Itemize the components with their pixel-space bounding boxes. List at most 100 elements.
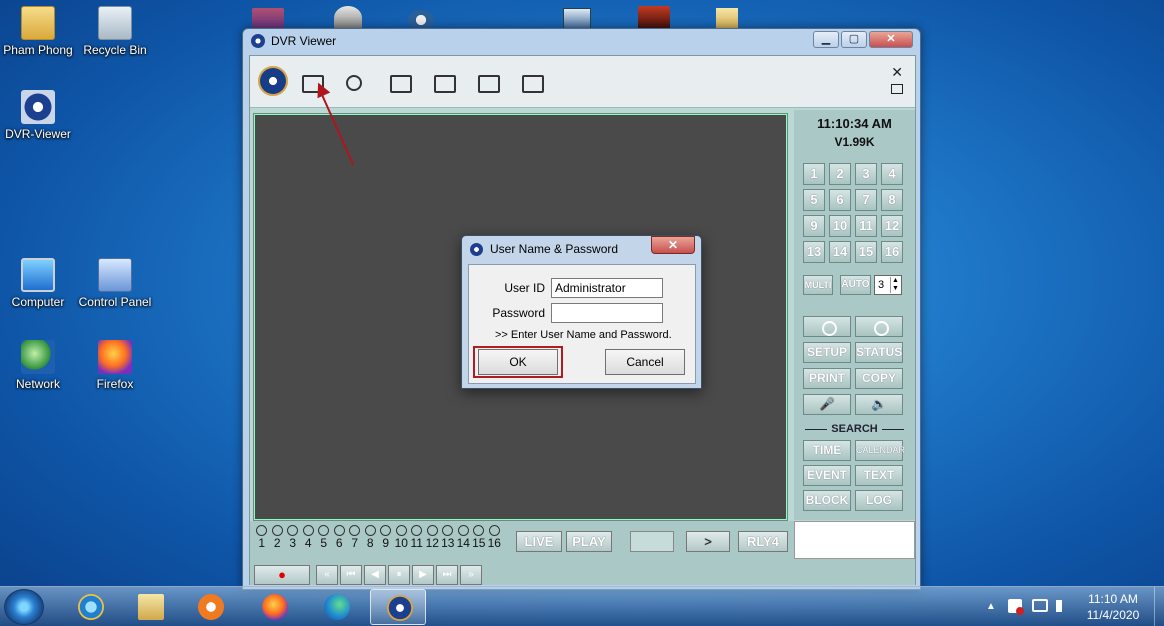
channel-indicator[interactable]: 12 xyxy=(425,525,441,550)
next-button[interactable]: > xyxy=(686,531,730,552)
check-icon[interactable] xyxy=(516,68,546,96)
channel-button[interactable]: 15 xyxy=(855,241,877,263)
search-calendar-button[interactable]: CALENDAR xyxy=(855,440,905,461)
volume-icon[interactable] xyxy=(1056,600,1068,612)
relay-button[interactable]: RLY4 xyxy=(738,531,788,552)
search-time-button[interactable]: TIME xyxy=(803,440,851,461)
ok-button[interactable]: OK xyxy=(478,349,558,375)
system-clock[interactable]: 11:10 AM 11/4/2020 xyxy=(1078,591,1148,623)
copy-button[interactable]: COPY xyxy=(855,368,903,389)
channel-button[interactable]: 5 xyxy=(803,189,825,211)
dvr-viewer-logo-icon[interactable] xyxy=(258,66,288,96)
taskbar-app[interactable] xyxy=(182,589,238,625)
channel-button[interactable]: 14 xyxy=(829,241,851,263)
desktop-icon-pham-phong[interactable]: Pham Phong xyxy=(0,6,78,57)
channel-button[interactable]: 10 xyxy=(829,215,851,237)
print-button[interactable]: PRINT xyxy=(803,368,851,389)
multi-button[interactable]: MULTI xyxy=(803,275,833,295)
forward-play-button[interactable]: ▶ xyxy=(412,565,434,585)
channel-indicator[interactable]: 4 xyxy=(301,525,317,550)
desktop-icon-recycle-bin[interactable]: Recycle Bin xyxy=(75,6,155,57)
channel-indicator[interactable]: 11 xyxy=(409,525,425,550)
channel-indicator[interactable]: 15 xyxy=(471,525,487,550)
tray-expand-icon[interactable]: ▲ xyxy=(986,601,996,612)
show-desktop-button[interactable] xyxy=(1154,587,1164,626)
channel-button[interactable]: 2 xyxy=(829,163,851,185)
channel-indicator[interactable]: 8 xyxy=(363,525,379,550)
channel-indicator[interactable]: 9 xyxy=(378,525,394,550)
taskbar-app[interactable] xyxy=(308,589,364,625)
channel-indicator[interactable]: 3 xyxy=(285,525,301,550)
desktop-icon-partial[interactable] xyxy=(716,8,738,30)
camera-button[interactable] xyxy=(855,316,903,337)
pause-button[interactable]: ⏸ xyxy=(388,565,410,585)
channel-indicator[interactable]: 10 xyxy=(394,525,410,550)
maximize-button[interactable]: ▢ xyxy=(841,31,867,48)
channel-button[interactable]: 8 xyxy=(881,189,903,211)
network-tray-icon[interactable] xyxy=(1032,599,1048,612)
taskbar-app[interactable] xyxy=(122,589,178,625)
channel-indicator[interactable]: 2 xyxy=(270,525,286,550)
action-center-icon[interactable] xyxy=(1008,599,1024,615)
desktop-icon-partial[interactable] xyxy=(563,8,591,30)
desktop-icon-partial[interactable] xyxy=(252,8,284,30)
channel-button[interactable]: 12 xyxy=(881,215,903,237)
reverse-play-button[interactable]: ◀ xyxy=(364,565,386,585)
window-close-button[interactable]: ✕ xyxy=(869,31,913,48)
speaker-button[interactable]: 🔈 xyxy=(855,394,903,415)
microphone-button[interactable]: 🎤 xyxy=(803,394,851,415)
fast-forward-button[interactable]: » xyxy=(460,565,482,585)
play-button[interactable]: PLAY xyxy=(566,531,612,552)
window-titlebar[interactable]: DVR Viewer ▁ ▢ ✕ xyxy=(243,29,920,53)
channel-indicator[interactable]: 16 xyxy=(487,525,503,550)
search-event-button[interactable]: EVENT xyxy=(803,465,851,486)
channel-indicator[interactable]: 1 xyxy=(254,525,270,550)
desktop-icon-dvr-viewer[interactable]: DVR-Viewer xyxy=(0,90,78,141)
live-button[interactable]: LIVE xyxy=(516,531,562,552)
channel-button[interactable]: 13 xyxy=(803,241,825,263)
channel-button[interactable]: 1 xyxy=(803,163,825,185)
password-input[interactable] xyxy=(551,303,663,323)
step-forward-button[interactable]: ⏭ xyxy=(436,565,458,585)
channel-indicator[interactable]: 14 xyxy=(456,525,472,550)
layout-icon[interactable] xyxy=(472,68,502,96)
channel-button[interactable]: 9 xyxy=(803,215,825,237)
desktop-icon-computer[interactable]: Computer xyxy=(0,258,78,309)
toolbar-close-icon[interactable]: ✕ xyxy=(891,64,903,81)
setup-button[interactable]: SETUP xyxy=(803,342,851,363)
cancel-button[interactable]: Cancel xyxy=(605,349,685,375)
channel-button[interactable]: 16 xyxy=(881,241,903,263)
desktop-icon-partial[interactable] xyxy=(638,6,670,30)
channel-indicator[interactable]: 13 xyxy=(440,525,456,550)
search-icon[interactable] xyxy=(340,68,370,96)
toolbar-restore-icon[interactable] xyxy=(891,84,903,94)
auto-button[interactable]: AUTO xyxy=(840,275,871,295)
search-text-button[interactable]: TEXT xyxy=(855,465,903,486)
search-block-button[interactable]: BLOCK xyxy=(803,490,851,511)
step-backward-button[interactable]: ⏮ xyxy=(340,565,362,585)
taskbar-app-active[interactable] xyxy=(370,589,426,625)
desktop-icon-partial[interactable] xyxy=(408,10,434,30)
minimize-button[interactable]: ▁ xyxy=(813,31,839,48)
auto-interval-stepper[interactable]: 3 ▲ ▼ xyxy=(874,275,902,295)
user-id-input[interactable]: Administrator xyxy=(551,278,663,298)
desktop-icon-control-panel[interactable]: Control Panel xyxy=(75,258,155,309)
channel-button[interactable]: 11 xyxy=(855,215,877,237)
channel-button[interactable]: 4 xyxy=(881,163,903,185)
channel-indicator[interactable]: 7 xyxy=(347,525,363,550)
channel-indicator[interactable]: 6 xyxy=(332,525,348,550)
files-icon[interactable] xyxy=(428,68,458,96)
stepper-arrows-icon[interactable]: ▲ ▼ xyxy=(890,277,900,293)
channel-button[interactable]: 7 xyxy=(855,189,877,211)
windows-start-icon[interactable] xyxy=(4,589,44,625)
record-button[interactable]: ● xyxy=(254,565,310,585)
channel-button[interactable]: 6 xyxy=(829,189,851,211)
channel-button[interactable]: 3 xyxy=(855,163,877,185)
status-button[interactable]: STATUS xyxy=(855,342,903,363)
ptz-button[interactable] xyxy=(803,316,851,337)
fast-backward-button[interactable]: « xyxy=(316,565,338,585)
dialog-close-button[interactable]: ✕ xyxy=(651,236,695,254)
channel-indicator[interactable]: 5 xyxy=(316,525,332,550)
taskbar-app[interactable] xyxy=(62,589,118,625)
desktop-icon-firefox[interactable]: Firefox xyxy=(75,340,155,391)
